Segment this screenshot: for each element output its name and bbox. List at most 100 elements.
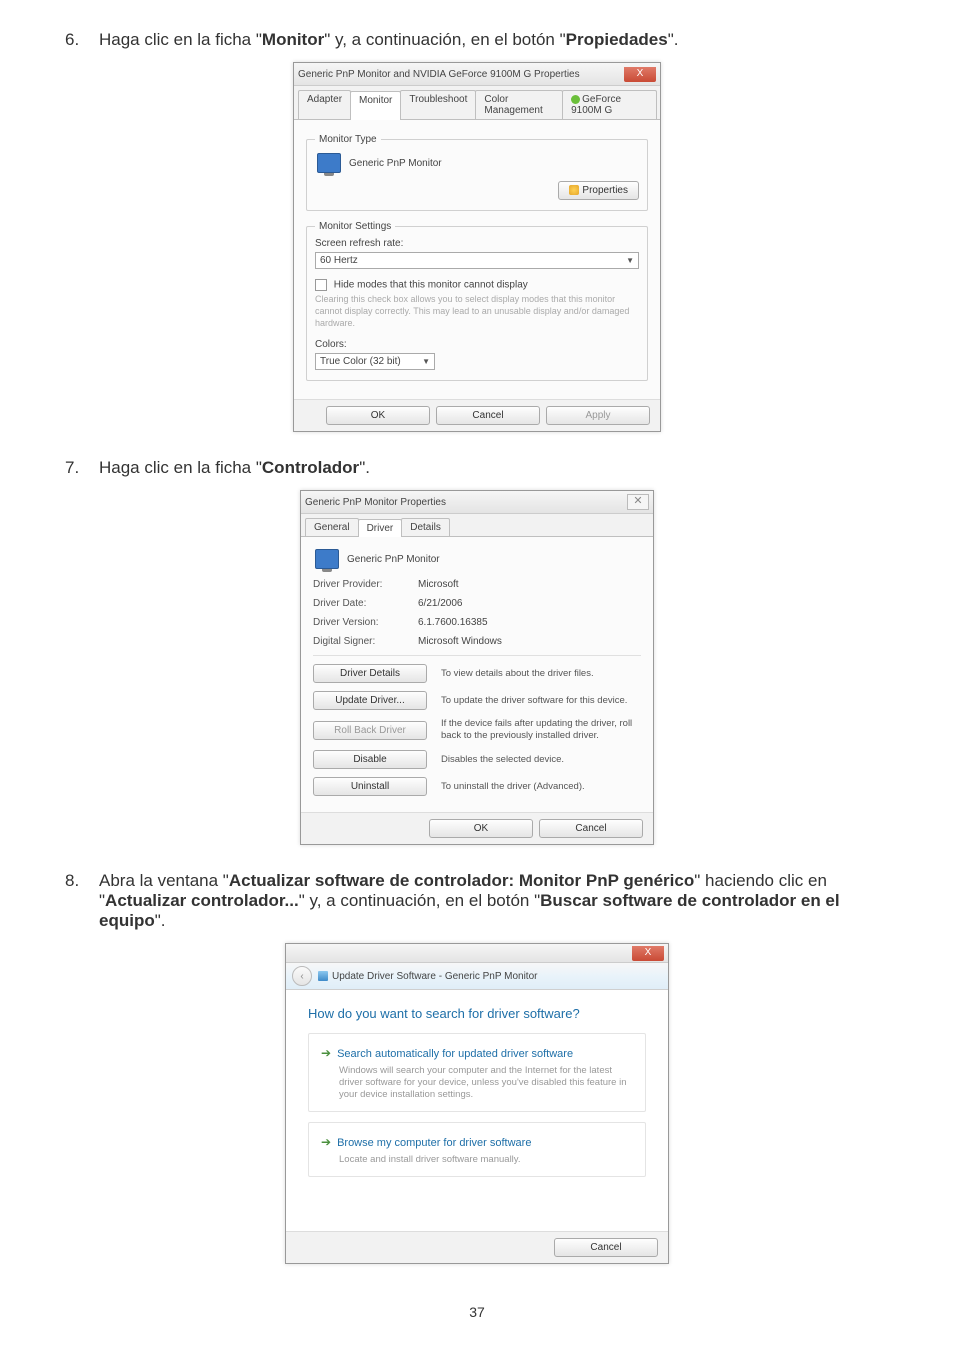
monitor-icon: [315, 549, 339, 569]
value: 6/21/2006: [418, 598, 463, 609]
legend: Monitor Settings: [315, 221, 395, 232]
dialog-monitor-properties: Generic PnP Monitor and NVIDIA GeForce 9…: [293, 62, 661, 432]
breadcrumb-text: Update Driver Software - Generic PnP Mon…: [332, 971, 537, 982]
tab-details[interactable]: Details: [401, 518, 450, 536]
drive-icon: [318, 971, 328, 981]
value: Microsoft Windows: [418, 636, 502, 647]
description: Disables the selected device.: [441, 754, 641, 766]
driver-version-row: Driver Version: 6.1.7600.16385: [313, 617, 641, 628]
arrow-icon: ➔: [321, 1135, 331, 1149]
back-icon[interactable]: ‹: [292, 966, 312, 986]
monitor-settings-group: Monitor Settings Screen refresh rate: 60…: [306, 221, 648, 381]
disable-button[interactable]: Disable: [313, 750, 427, 769]
close-icon[interactable]: X: [632, 946, 664, 961]
step-8: 8. Abra la ventana "Actualizar software …: [65, 871, 889, 931]
dialog-update-driver-wizard: X ‹ Update Driver Software - Generic PnP…: [285, 943, 669, 1264]
bold-text: Buscar: [540, 891, 598, 910]
monitor-name: Generic PnP Monitor: [347, 554, 440, 565]
driver-details-button[interactable]: Driver Details: [313, 664, 427, 683]
hide-modes-label: Hide modes that this monitor cannot disp…: [334, 280, 528, 291]
text: Haga clic en la ficha ": [99, 30, 262, 49]
step-text: Haga clic en la ficha "Controlador".: [99, 458, 889, 478]
text: Haga clic en la ficha ": [99, 458, 262, 477]
dialog-driver-properties: Generic PnP Monitor Properties ✕ General…: [300, 490, 654, 845]
ok-button[interactable]: OK: [429, 819, 533, 838]
window-title: Generic PnP Monitor and NVIDIA GeForce 9…: [298, 69, 622, 80]
bold-text: Monitor: [262, 30, 324, 49]
description: To view details about the driver files.: [441, 668, 641, 680]
option-search-automatically[interactable]: ➔ Search automatically for updated driver…: [308, 1033, 646, 1112]
arrow-icon: ➔: [321, 1046, 331, 1060]
cancel-button[interactable]: Cancel: [436, 406, 540, 425]
tab-geforce[interactable]: GeForce 9100M G: [562, 90, 657, 119]
title-bar: X: [286, 944, 668, 963]
uninstall-button[interactable]: Uninstall: [313, 777, 427, 796]
text: " y, a continuación, en el botón ": [324, 30, 565, 49]
disable-action: Disable Disables the selected device.: [313, 750, 641, 769]
combo-value: True Color (32 bit): [320, 356, 401, 367]
option-title: Browse my computer for driver software: [337, 1137, 531, 1149]
text: ".: [668, 30, 679, 49]
option-title: Search automatically for updated driver …: [337, 1048, 573, 1060]
tab-monitor[interactable]: Monitor: [350, 91, 401, 120]
hide-modes-help: Clearing this check box allows you to se…: [315, 293, 639, 329]
window-title: Generic PnP Monitor Properties: [305, 497, 625, 508]
close-icon[interactable]: ✕: [627, 494, 649, 510]
driver-date-row: Driver Date: 6/21/2006: [313, 598, 641, 609]
refresh-rate-label: Screen refresh rate:: [315, 238, 639, 249]
update-driver-button[interactable]: Update Driver...: [313, 691, 427, 710]
apply-button[interactable]: Apply: [546, 406, 650, 425]
colors-label: Colors:: [315, 339, 639, 350]
page-number: 37: [65, 1304, 889, 1320]
bold-text: Controlador: [262, 458, 359, 477]
title-bar: Generic PnP Monitor and NVIDIA GeForce 9…: [294, 63, 660, 86]
hide-modes-checkbox[interactable]: [315, 279, 327, 291]
step-number: 6.: [65, 30, 99, 50]
properties-button[interactable]: Properties: [558, 181, 639, 200]
shield-icon: [569, 185, 579, 195]
cancel-button[interactable]: Cancel: [539, 819, 643, 838]
option-description: Locate and install driver software manua…: [339, 1154, 633, 1166]
cancel-button[interactable]: Cancel: [554, 1238, 658, 1257]
monitor-type-group: Monitor Type Generic PnP Monitor Propert…: [306, 134, 648, 211]
text: ".: [359, 458, 370, 477]
combo-value: 60 Hertz: [320, 255, 358, 266]
ok-button[interactable]: OK: [326, 406, 430, 425]
value: 6.1.7600.16385: [418, 617, 488, 628]
tab-color-management[interactable]: Color Management: [475, 90, 563, 119]
bold-text: Actualizar controlador...: [105, 891, 299, 910]
wizard-breadcrumb: ‹ Update Driver Software - Generic PnP M…: [286, 963, 668, 990]
bold-text: Actualizar software de controlador: Moni…: [229, 871, 694, 890]
tab-driver[interactable]: Driver: [358, 519, 403, 537]
dialog-buttons: Cancel: [286, 1231, 668, 1263]
text: ": [694, 871, 700, 890]
button-label: Properties: [582, 185, 628, 196]
divider: [313, 655, 641, 656]
tab-content: Monitor Type Generic PnP Monitor Propert…: [294, 120, 660, 399]
title-bar: Generic PnP Monitor Properties ✕: [301, 491, 653, 514]
label: Digital Signer:: [313, 636, 418, 647]
rollback-driver-button[interactable]: Roll Back Driver: [313, 721, 427, 740]
wizard-heading: How do you want to search for driver sof…: [308, 1006, 646, 1021]
wizard-content: How do you want to search for driver sof…: [286, 990, 668, 1231]
digital-signer-row: Digital Signer: Microsoft Windows: [313, 636, 641, 647]
uninstall-action: Uninstall To uninstall the driver (Advan…: [313, 777, 641, 796]
description: To update the driver software for this d…: [441, 695, 641, 707]
step-7: 7. Haga clic en la ficha "Controlador".: [65, 458, 889, 478]
close-icon[interactable]: X: [624, 67, 656, 82]
tab-adapter[interactable]: Adapter: [298, 90, 351, 119]
tab-general[interactable]: General: [305, 518, 359, 536]
driver-details-action: Driver Details To view details about the…: [313, 664, 641, 683]
update-driver-action: Update Driver... To update the driver so…: [313, 691, 641, 710]
chevron-down-icon: ▼: [626, 256, 634, 265]
refresh-rate-select[interactable]: 60 Hertz ▼: [315, 252, 639, 269]
monitor-name: Generic PnP Monitor: [349, 158, 442, 169]
nvidia-icon: [571, 95, 580, 104]
step-text: Haga clic en la ficha "Monitor" y, a con…: [99, 30, 889, 50]
text: " y, a continuación, en el botón ": [299, 891, 540, 910]
label: Driver Provider:: [313, 579, 418, 590]
tab-troubleshoot[interactable]: Troubleshoot: [400, 90, 476, 119]
tab-content: Generic PnP Monitor Driver Provider: Mic…: [301, 537, 653, 812]
colors-select[interactable]: True Color (32 bit) ▼: [315, 353, 435, 370]
option-browse-computer[interactable]: ➔Browse my computer for driver software …: [308, 1122, 646, 1177]
